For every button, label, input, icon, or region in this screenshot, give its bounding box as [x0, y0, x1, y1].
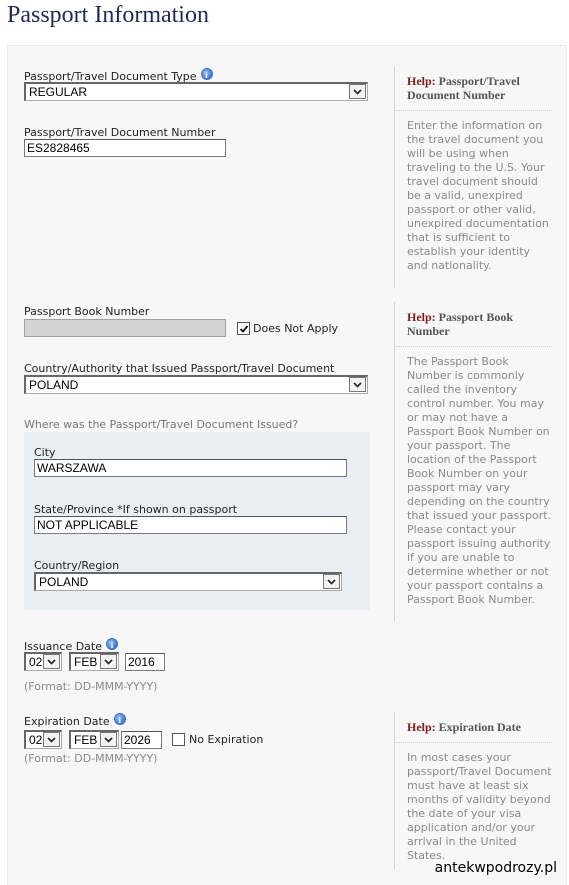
no-expiration-label: No Expiration: [189, 733, 264, 746]
issuance-date-label: Issuance Date i: [24, 638, 118, 653]
expiration-month-select[interactable]: FEB: [69, 730, 119, 749]
expiration-year-input[interactable]: 2026: [121, 731, 162, 749]
issuing-country-value: POLAND: [29, 378, 79, 392]
no-expiration-option[interactable]: No Expiration: [172, 733, 263, 746]
help-body: In most cases your passport/Travel Docum…: [407, 751, 552, 862]
help-body: Enter the information on the travel docu…: [407, 119, 549, 272]
watermark: antekwpodrozy.pl: [432, 860, 559, 876]
info-icon[interactable]: i: [106, 638, 118, 650]
book-number-label: Passport Book Number: [24, 305, 150, 318]
issuance-month-value: FEB: [74, 655, 98, 669]
doc-number-input[interactable]: ES2828465: [24, 139, 226, 157]
help-title: Help: Passport/Travel Document Number: [395, 66, 552, 111]
help-prefix: Help:: [407, 310, 436, 324]
expiration-date-label: Expiration Date i: [24, 713, 126, 728]
does-not-apply-label: Does Not Apply: [253, 322, 339, 335]
chevron-down-icon[interactable]: [323, 574, 340, 589]
chevron-down-icon[interactable]: [100, 732, 117, 747]
help-prefix: Help:: [407, 74, 436, 88]
city-label: City: [34, 446, 56, 459]
does-not-apply-checkbox[interactable]: [237, 322, 250, 335]
help-doc-number: Help: Passport/Travel Document Number En…: [394, 66, 564, 288]
issuance-month-select[interactable]: FEB: [69, 652, 119, 671]
info-icon[interactable]: i: [200, 68, 213, 80]
chevron-down-icon[interactable]: [349, 84, 366, 99]
does-not-apply-option[interactable]: Does Not Apply: [237, 322, 338, 335]
doc-type-value: REGULAR: [29, 85, 88, 99]
expiration-format-hint: (Format: DD-MMM-YYYY): [24, 752, 158, 765]
chevron-down-icon[interactable]: [43, 732, 60, 747]
issuing-country-select[interactable]: POLAND: [24, 375, 368, 394]
issued-where-box: City WARSZAWA State/Province *If shown o…: [24, 432, 370, 610]
issuing-country-label: Country/Authority that Issued Passport/T…: [24, 362, 335, 375]
page-title: Passport Information: [7, 2, 209, 28]
passport-form-panel: Passport/Travel Document Type i REGULAR P…: [7, 45, 567, 885]
chevron-down-icon[interactable]: [43, 654, 60, 669]
country-region-value: POLAND: [39, 575, 89, 589]
expiration-date-label-text: Expiration Date: [24, 715, 110, 728]
expiration-month-value: FEB: [74, 733, 98, 747]
help-prefix: Help:: [407, 720, 436, 734]
help-book-number: Help: Passport Book Number The Passport …: [394, 302, 564, 622]
state-input[interactable]: NOT APPLICABLE: [34, 516, 347, 534]
help-expiration-date: Help: Expiration Date In most cases your…: [394, 712, 564, 870]
country-region-select[interactable]: POLAND: [34, 572, 342, 591]
help-body: The Passport Book Number is commonly cal…: [407, 355, 552, 606]
no-expiration-checkbox[interactable]: [172, 733, 185, 746]
issuance-day-select[interactable]: 02: [24, 652, 62, 671]
help-title: Help: Expiration Date: [395, 712, 552, 743]
doc-type-select[interactable]: REGULAR: [24, 82, 368, 101]
doc-number-label: Passport/Travel Document Number: [24, 126, 216, 139]
help-title-text: Expiration Date: [438, 720, 522, 734]
book-number-input[interactable]: [24, 319, 226, 337]
help-title: Help: Passport Book Number: [395, 302, 552, 347]
expiration-day-select[interactable]: 02: [24, 730, 62, 749]
issuance-day-value: 02: [29, 655, 43, 669]
expiration-day-value: 02: [29, 733, 43, 747]
doc-type-label: Passport/Travel Document Type i: [24, 68, 213, 83]
issuance-year-input[interactable]: 2016: [125, 653, 165, 671]
chevron-down-icon[interactable]: [100, 654, 117, 669]
issuance-format-hint: (Format: DD-MMM-YYYY): [24, 680, 158, 693]
chevron-down-icon[interactable]: [349, 377, 366, 392]
checkmark-icon: [239, 324, 248, 333]
state-label: State/Province *If shown on passport: [34, 503, 238, 516]
country-region-label: Country/Region: [34, 559, 120, 572]
city-input[interactable]: WARSZAWA: [34, 459, 347, 477]
info-icon[interactable]: i: [113, 713, 126, 725]
issued-where-heading: Where was the Passport/Travel Document I…: [24, 418, 299, 431]
